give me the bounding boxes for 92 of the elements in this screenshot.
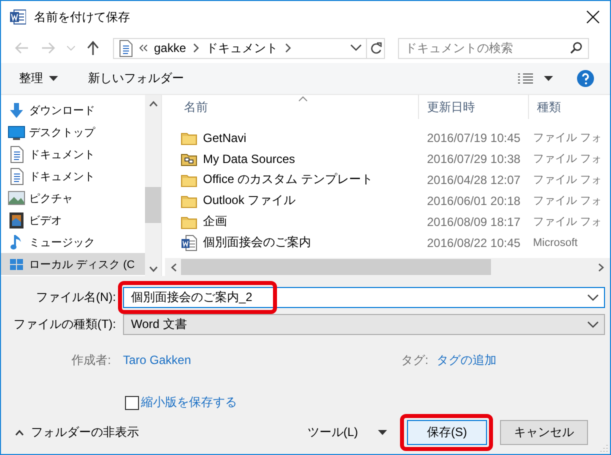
tools-menu-button[interactable]: ツール(L) bbox=[307, 424, 358, 441]
tools-caret-icon[interactable] bbox=[378, 430, 387, 436]
video-icon bbox=[9, 212, 24, 228]
file-name[interactable]: Outlook ファイル bbox=[203, 192, 296, 209]
modified-date: 2016/08/09 18:17 bbox=[426, 214, 522, 228]
search-icon bbox=[570, 42, 582, 54]
file-name[interactable]: 個別面接会のご案内 bbox=[203, 234, 311, 251]
tags-value[interactable]: タグの追加 bbox=[436, 352, 496, 368]
address-bar[interactable]: gakke ドキュメント bbox=[113, 38, 367, 58]
close-icon[interactable] bbox=[586, 10, 600, 24]
sidebar-item[interactable]: ダウンロード bbox=[1, 99, 145, 121]
file-type: ファイル フォ bbox=[532, 194, 604, 208]
folder-icon bbox=[181, 130, 197, 144]
file-type: ファイル フォ bbox=[532, 173, 604, 187]
document-icon bbox=[10, 168, 24, 184]
folder-icon bbox=[181, 194, 197, 208]
checkbox[interactable] bbox=[125, 396, 139, 410]
dropdown-caret-icon[interactable] bbox=[350, 44, 362, 52]
help-icon[interactable] bbox=[577, 70, 594, 87]
organize-menu-button[interactable]: 整理 bbox=[19, 70, 58, 87]
scroll-right-icon[interactable] bbox=[598, 262, 604, 272]
column-header[interactable]: 名前 bbox=[181, 98, 418, 116]
scrollbar-thumb[interactable] bbox=[145, 187, 161, 223]
view-list-icon[interactable] bbox=[517, 72, 534, 84]
overflow-chevron-icon bbox=[139, 44, 148, 52]
field-label: ファイル名(N): bbox=[35, 289, 117, 306]
resize-grip-icon[interactable] bbox=[600, 444, 608, 452]
chevron-icon bbox=[192, 43, 200, 53]
hide-folders-button[interactable]: フォルダーの非表示 bbox=[15, 424, 139, 441]
file-type: ファイル フォ bbox=[532, 215, 604, 229]
scroll-down-icon[interactable] bbox=[148, 266, 158, 272]
file-name[interactable]: Office のカスタム テンプレート bbox=[203, 171, 373, 188]
checkbox-label[interactable]: 縮小版を保存する bbox=[141, 394, 237, 411]
drive-icon bbox=[9, 258, 24, 270]
modified-date: 2016/07/19 10:45 bbox=[426, 130, 522, 144]
breadcrumb-item[interactable]: ドキュメント bbox=[206, 40, 278, 56]
dropdown-caret-icon[interactable] bbox=[587, 294, 599, 302]
chevron-icon bbox=[284, 43, 292, 53]
folder-icon bbox=[181, 214, 197, 228]
document-icon bbox=[119, 40, 133, 56]
word-app-icon bbox=[10, 9, 26, 25]
sidebar-item[interactable]: ミュージック bbox=[1, 231, 145, 253]
new-folder-button[interactable]: 新しいフォルダー bbox=[88, 70, 184, 87]
file-name-field[interactable]: 個別面接会のご案内_2 bbox=[123, 287, 605, 308]
file-name[interactable]: My Data Sources bbox=[203, 152, 296, 166]
view-caret-icon[interactable] bbox=[544, 76, 553, 82]
sidebar-item[interactable]: ローカル ディスク (C bbox=[1, 253, 145, 275]
file-type: ファイル フォ bbox=[532, 152, 604, 166]
sidebar-item[interactable]: ドキュメント bbox=[1, 165, 145, 187]
save-button[interactable]: 保存(S) bbox=[407, 420, 487, 445]
modified-date: 2016/07/29 10:38 bbox=[426, 152, 522, 166]
column-header[interactable]: 種類 bbox=[528, 95, 610, 119]
music-icon bbox=[10, 234, 23, 250]
scroll-left-icon[interactable] bbox=[171, 262, 177, 272]
vertical-scrollbar[interactable] bbox=[145, 95, 161, 276]
dropdown-caret-icon[interactable] bbox=[587, 320, 599, 328]
file-name[interactable]: 企画 bbox=[203, 213, 227, 230]
folder-icon bbox=[181, 172, 197, 186]
scroll-up-icon[interactable] bbox=[148, 101, 158, 107]
sidebar-item[interactable]: ドキュメント bbox=[1, 143, 145, 165]
breadcrumb-item[interactable]: gakke bbox=[154, 41, 186, 55]
file-type-dropdown[interactable]: Word 文書 bbox=[123, 314, 605, 335]
sidebar-item[interactable]: デスクトップ bbox=[1, 121, 145, 143]
sidebar-item[interactable]: ピクチャ bbox=[1, 187, 145, 209]
scrollbar-thumb[interactable] bbox=[181, 259, 491, 275]
sort-ascending-icon[interactable] bbox=[298, 96, 308, 102]
window-title: 名前を付けて保存 bbox=[34, 8, 131, 26]
author-label: 作成者: bbox=[70, 352, 112, 368]
modified-date: 2016/08/22 10:45 bbox=[426, 236, 522, 250]
search-field[interactable]: ドキュメントの検索 bbox=[398, 38, 589, 58]
horizontal-scrollbar[interactable] bbox=[165, 258, 610, 276]
picture-icon bbox=[8, 191, 25, 205]
up-arrow-icon[interactable] bbox=[87, 41, 99, 55]
file-type: Microsoft bbox=[532, 236, 579, 248]
field-label: ファイルの種類(T): bbox=[12, 316, 117, 333]
refresh-icon[interactable] bbox=[370, 42, 382, 54]
column-header[interactable]: 更新日時 bbox=[418, 95, 528, 119]
modified-date: 2016/04/28 12:07 bbox=[426, 172, 522, 186]
caret-icon[interactable] bbox=[49, 76, 58, 82]
desktop-icon bbox=[8, 124, 25, 140]
data-folder-icon bbox=[181, 152, 197, 166]
document-icon bbox=[10, 146, 24, 162]
file-name[interactable]: GetNavi bbox=[203, 130, 246, 144]
file-type: ファイル フォ bbox=[532, 131, 604, 145]
download-icon bbox=[8, 102, 25, 118]
modified-date: 2016/06/01 20:18 bbox=[426, 194, 522, 208]
word-document-icon bbox=[181, 234, 197, 250]
cancel-button[interactable]: キャンセル bbox=[500, 420, 588, 445]
author-value[interactable]: Taro Gakken bbox=[123, 353, 192, 367]
tags-label: タグ: bbox=[401, 352, 428, 368]
collapse-caret-icon bbox=[15, 430, 24, 436]
sidebar-item[interactable]: ビデオ bbox=[1, 209, 145, 231]
